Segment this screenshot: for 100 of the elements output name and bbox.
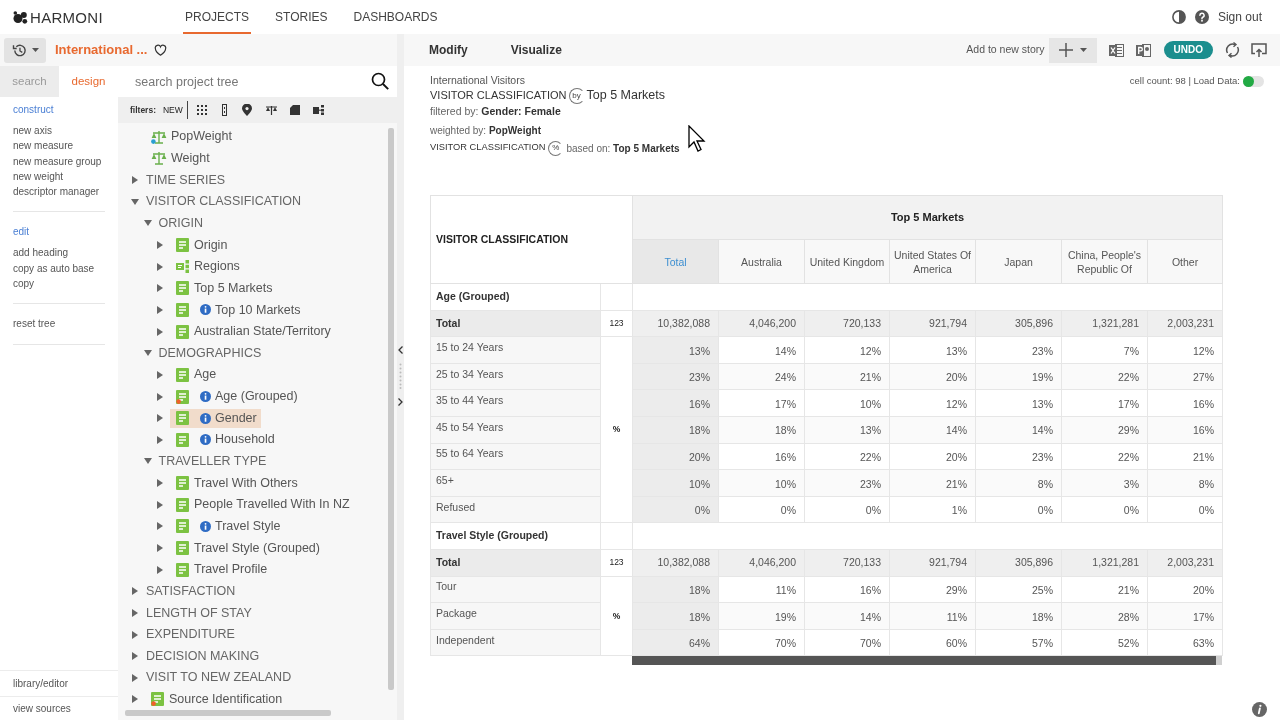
search-field[interactable]: search project tree [118, 66, 397, 97]
tree-item[interactable]: TIME SERIES [145, 170, 230, 190]
sign-out-link[interactable]: Sign out [1217, 8, 1262, 26]
tree-item[interactable]: DEMOGRAPHICS [157, 343, 266, 363]
menu-link[interactable]: copy as auto base [13, 260, 95, 277]
caret-right-icon[interactable] [157, 414, 163, 423]
caret-right-icon[interactable] [157, 522, 163, 531]
menu-link[interactable]: new weight [13, 168, 64, 185]
toolbar-tab[interactable]: Modify [429, 41, 468, 59]
slides-icon[interactable] [1135, 42, 1151, 58]
caret-right-icon[interactable] [157, 435, 163, 444]
info-icon[interactable] [200, 434, 211, 446]
tree-item[interactable]: Travel Profile [170, 560, 272, 580]
menu-link[interactable]: new measure group [13, 153, 102, 169]
tree-item[interactable]: VISIT TO NEW ZEALAND [145, 668, 296, 688]
history-button[interactable] [4, 37, 46, 63]
caret-right-icon[interactable] [157, 370, 163, 379]
menu-link[interactable]: descriptor manager [13, 184, 100, 200]
caret-right-icon[interactable] [157, 565, 163, 574]
refresh-icon[interactable] [1225, 42, 1240, 58]
caret-right-icon[interactable] [132, 630, 138, 639]
caret-right-icon[interactable] [132, 608, 138, 617]
caret-right-icon[interactable] [157, 284, 163, 293]
tree-item[interactable]: Household [170, 430, 279, 450]
nav-tab[interactable]: STORIES [273, 0, 330, 34]
column-header[interactable]: United States Of America [889, 239, 976, 284]
column-header[interactable]: Other [1147, 239, 1223, 284]
screen-icon[interactable] [1251, 42, 1267, 58]
chevron-right-icon[interactable] [398, 398, 403, 406]
caret-right-icon[interactable] [132, 695, 138, 704]
vertical-scrollbar[interactable] [388, 128, 394, 690]
menu-link[interactable]: reset tree [13, 316, 56, 332]
drag-handle-icon[interactable] [399, 363, 402, 389]
column-header[interactable]: Australia [718, 239, 805, 284]
load-data-toggle[interactable] [1243, 75, 1264, 87]
tree-item[interactable]: Age (Grouped) [170, 387, 302, 406]
undo-button[interactable]: UNDO [1163, 41, 1213, 59]
help-icon[interactable] [1194, 10, 1209, 24]
ruler-icon[interactable] [221, 104, 227, 116]
tree-item[interactable]: Origin [170, 235, 232, 255]
caret-right-icon[interactable] [132, 673, 138, 682]
contrast-icon[interactable] [1171, 10, 1186, 24]
tree-item[interactable]: PopWeight [145, 127, 236, 147]
new-filter-button[interactable]: NEW [163, 103, 183, 117]
caret-down-icon[interactable] [143, 350, 152, 357]
menu-link[interactable]: copy [13, 276, 35, 292]
grid-icon[interactable] [196, 105, 207, 115]
tree-item[interactable]: DECISION MAKING [145, 646, 264, 666]
spreadsheet-icon[interactable] [1108, 42, 1124, 58]
tree-item[interactable]: Gender [170, 408, 261, 428]
menu-link[interactable]: new measure [13, 138, 74, 154]
caret-down-icon[interactable] [143, 458, 152, 465]
add-button[interactable] [1048, 37, 1097, 63]
info-icon[interactable] [200, 391, 211, 402]
caret-down-icon[interactable] [131, 198, 139, 205]
scale-icon[interactable] [265, 105, 277, 115]
caret-right-icon[interactable] [157, 262, 163, 271]
chevron-left-icon[interactable] [398, 346, 403, 354]
info-icon[interactable] [1252, 702, 1267, 717]
search-icon[interactable] [371, 72, 389, 90]
column-header[interactable]: United Kingdom [804, 239, 890, 284]
caret-right-icon[interactable] [157, 479, 163, 488]
tree-item[interactable]: Regions [170, 257, 244, 277]
tree-item[interactable]: Australian State/Territory [170, 322, 335, 342]
caret-right-icon[interactable] [157, 544, 163, 552]
tree-item[interactable]: SATISFACTION [145, 581, 240, 601]
tree-item[interactable]: VISITOR CLASSIFICATION [145, 192, 306, 212]
tree-item[interactable]: Travel With Others [170, 473, 302, 493]
tree-item[interactable]: People Travelled With In NZ [170, 495, 354, 515]
info-icon[interactable] [200, 520, 211, 532]
caret-down-icon[interactable] [143, 220, 152, 227]
footer-link[interactable]: view sources [13, 701, 71, 716]
tree-item[interactable]: EXPENDITURE [145, 625, 239, 645]
tree-item[interactable]: Age [170, 365, 221, 385]
info-icon[interactable] [200, 304, 211, 316]
tree-item[interactable]: Travel Style (Grouped) [170, 538, 324, 558]
column-header[interactable]: Japan [975, 239, 1062, 284]
caret-right-icon[interactable] [157, 305, 163, 314]
tree-item[interactable]: LENGTH OF STAY [145, 603, 256, 623]
menu-link[interactable]: add heading [13, 245, 69, 261]
caret-right-icon[interactable] [157, 327, 163, 336]
horizontal-scrollbar[interactable] [632, 656, 1222, 666]
caret-right-icon[interactable] [132, 176, 138, 185]
caret-right-icon[interactable] [132, 652, 138, 661]
tree-item[interactable]: TRAVELLER TYPE [157, 451, 271, 471]
caret-right-icon[interactable] [157, 392, 163, 401]
tree-item[interactable]: ORIGIN [157, 213, 207, 233]
tree-item[interactable]: Travel Style [170, 516, 285, 536]
heart-icon[interactable] [154, 44, 168, 56]
tree-item[interactable]: Top 10 Markets [170, 300, 305, 320]
document-icon[interactable] [289, 105, 300, 115]
caret-right-icon[interactable] [157, 500, 163, 509]
column-header[interactable]: China, People's Republic Of [1061, 239, 1148, 284]
hierarchy-icon[interactable] [312, 105, 324, 115]
map-pin-icon[interactable] [241, 104, 252, 116]
toolbar-tab[interactable]: Visualize [510, 41, 562, 59]
tree-item[interactable]: Top 5 Markets [170, 278, 277, 298]
horizontal-scrollbar[interactable] [125, 710, 331, 716]
tree-item[interactable]: Source Identification [145, 689, 287, 709]
info-icon[interactable] [200, 412, 211, 424]
